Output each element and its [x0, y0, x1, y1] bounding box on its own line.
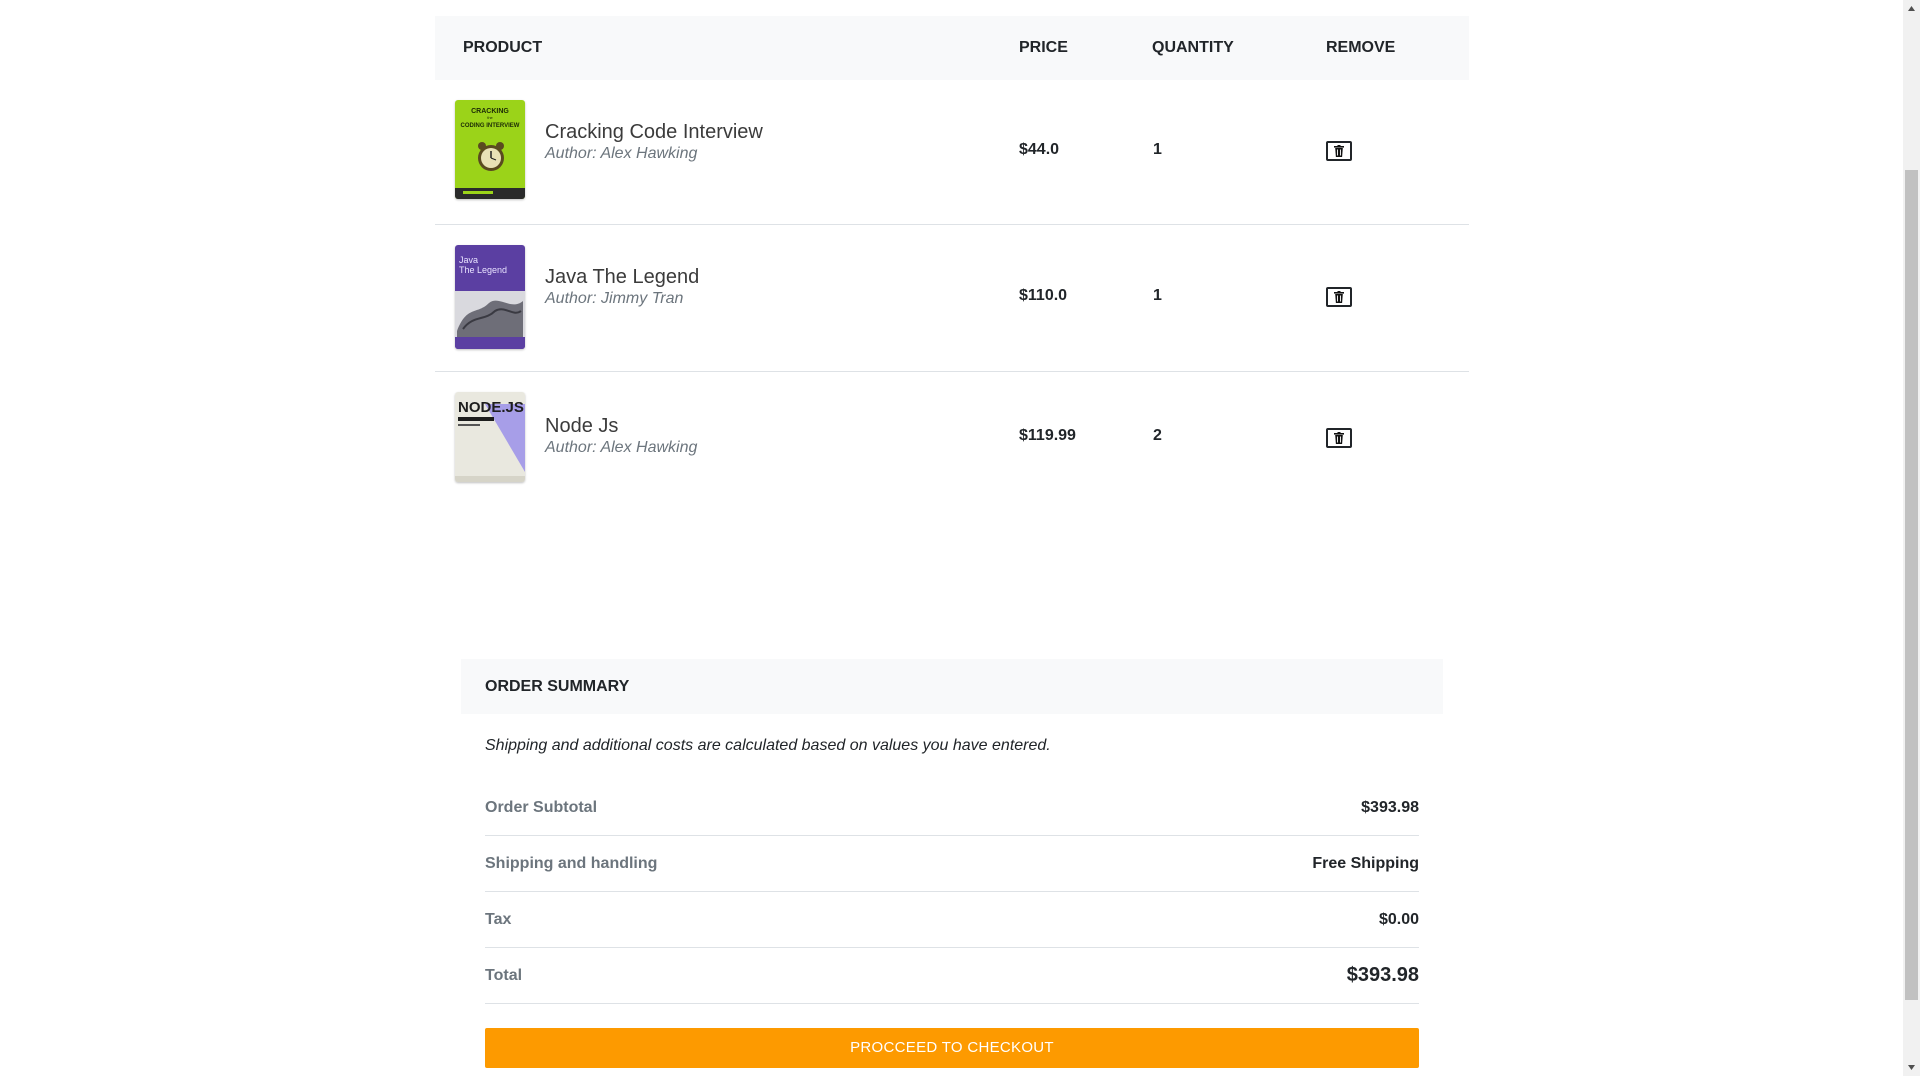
- product-column-header: Product: [463, 39, 543, 56]
- scrollbar-thumb[interactable]: [1905, 170, 1918, 1000]
- summary-value: $0.00: [1378, 910, 1419, 928]
- summary-value: Free Shipping: [1312, 854, 1419, 872]
- item-quantity: 1: [1153, 287, 1162, 304]
- summary-row-total: Total $393.98: [485, 948, 1419, 1004]
- shipping-note: Shipping and additional costs are calcul…: [485, 737, 1051, 754]
- book-title[interactable]: Cracking Code Interview: [545, 120, 763, 144]
- vertical-scrollbar[interactable]: [1903, 0, 1920, 1076]
- book-info: Node Js Author: Alex Hawking: [545, 414, 697, 458]
- item-price: $119.99: [1019, 427, 1076, 444]
- book-title[interactable]: Node Js: [545, 414, 697, 438]
- book-author: Author: Alex Hawking: [545, 145, 698, 162]
- order-summary-title: Order summary: [485, 678, 630, 695]
- cover-line: The Legend: [459, 265, 507, 275]
- order-summary: Order summary Shipping and additional co…: [461, 659, 1443, 1068]
- trash-icon: [1334, 432, 1344, 444]
- scroll-down-arrow-icon[interactable]: [1903, 1059, 1920, 1076]
- summary-label: Shipping and handling: [485, 854, 658, 872]
- item-price: $110.0: [1019, 287, 1068, 304]
- quantity-column-header: Quantity: [1152, 39, 1234, 56]
- book-info: Java The Legend Author: Jimmy Tran: [545, 265, 699, 309]
- book-author: Author: Alex Hawking: [545, 439, 698, 456]
- cover-line: CODING INTERVIEW: [461, 123, 520, 129]
- cover-line: Java: [459, 255, 478, 265]
- order-summary-header: Order summary: [461, 659, 1443, 714]
- cover-line: the: [487, 115, 493, 120]
- remove-item-button[interactable]: [1326, 428, 1352, 448]
- book-cover-image[interactable]: NODE.JS: [455, 392, 525, 482]
- trash-icon: [1334, 145, 1344, 157]
- cart-table: Product Price Quantity Remove CRACKING t…: [435, 16, 1469, 504]
- summary-row-subtotal: Order Subtotal $393.98: [485, 780, 1419, 836]
- book-title[interactable]: Java The Legend: [545, 265, 699, 289]
- cart-item-row: Java The Legend Java The Legend Author: …: [435, 225, 1469, 372]
- summary-value: $393.98: [1361, 798, 1419, 816]
- trash-icon: [1334, 291, 1344, 303]
- summary-label: Order Subtotal: [485, 798, 598, 816]
- shopping-cart-page: Product Price Quantity Remove CRACKING t…: [0, 0, 1920, 1076]
- book-info: Cracking Code Interview Author: Alex Haw…: [545, 120, 763, 164]
- scroll-up-arrow-icon[interactable]: [1903, 0, 1920, 17]
- item-quantity: 2: [1153, 427, 1162, 444]
- book-author: Author: Jimmy Tran: [545, 290, 684, 307]
- book-cover-image[interactable]: Java The Legend: [455, 245, 525, 349]
- summary-label: Tax: [485, 910, 512, 928]
- remove-item-button[interactable]: [1326, 287, 1352, 307]
- cart-item-row: NODE.JS Node Js Author: Alex Hawking $11…: [435, 372, 1469, 504]
- item-price: $44.0: [1019, 141, 1060, 158]
- cover-line: NODE.JS: [458, 399, 524, 416]
- price-column-header: Price: [1019, 39, 1068, 56]
- cart-table-header: Product Price Quantity Remove: [435, 16, 1469, 80]
- summary-list: Order Subtotal $393.98 Shipping and hand…: [485, 780, 1419, 1004]
- order-summary-body: Shipping and additional costs are calcul…: [461, 714, 1443, 1068]
- summary-label: Total: [485, 966, 523, 984]
- summary-total-value: $393.98: [1346, 964, 1419, 986]
- book-cover-image[interactable]: CRACKING the CODING INTERVIEW: [455, 100, 525, 199]
- summary-row-shipping: Shipping and handling Free Shipping: [485, 836, 1419, 892]
- cart-item-row: CRACKING the CODING INTERVIEW Cracking C…: [435, 80, 1469, 225]
- checkout-button[interactable]: Procceed to checkout: [485, 1028, 1419, 1068]
- cover-line: CRACKING: [471, 108, 509, 115]
- remove-column-header: Remove: [1326, 39, 1396, 56]
- item-quantity: 1: [1153, 141, 1162, 158]
- summary-row-tax: Tax $0.00: [485, 892, 1419, 948]
- remove-item-button[interactable]: [1326, 141, 1352, 161]
